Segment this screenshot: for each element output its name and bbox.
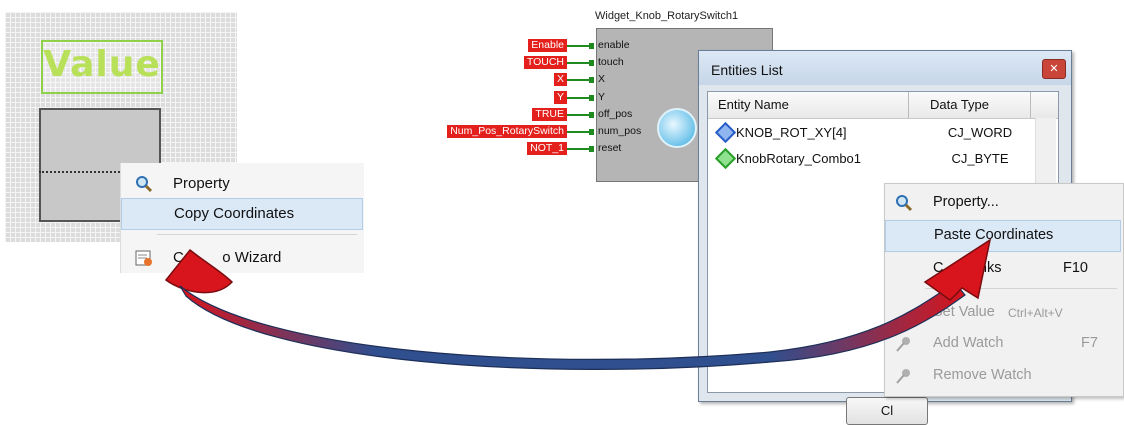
pin-name: reset <box>598 142 622 155</box>
table-row[interactable]: KnobRotary_Combo1 CJ_BYTE <box>708 146 1058 172</box>
pin-name: touch <box>598 56 624 69</box>
menu-separator <box>925 288 1117 289</box>
magnifier-icon <box>895 194 913 212</box>
entity-context-menu: Property... Paste Coordinates C Links F1… <box>884 183 1124 397</box>
pin-icon <box>895 367 913 385</box>
pin-name: num_pos <box>598 125 642 137</box>
value-label-text: Value <box>43 44 161 85</box>
close-icon[interactable]: ✕ <box>1042 59 1066 79</box>
menu-item-add-watch[interactable]: Add Watch F7 <box>885 329 1121 359</box>
menu-item-property[interactable]: Property... <box>885 188 1121 218</box>
menu-item-shortcut: Ctrl+Alt+V <box>1008 306 1063 320</box>
entity-type: CJ_WORD <box>947 125 1013 140</box>
entity-diamond-icon <box>714 121 737 144</box>
pin-connector[interactable] <box>589 146 594 153</box>
entity-diamond-icon <box>714 147 737 170</box>
pin-name: Y <box>598 90 606 103</box>
signal-label[interactable]: Enable <box>528 39 567 52</box>
wire <box>567 79 589 82</box>
menu-item-label: Property... <box>933 194 999 210</box>
menu-item-label-end: o Wizard <box>222 249 282 266</box>
menu-item-check-links[interactable]: C Links F10 <box>885 254 1121 284</box>
menu-item-label-wrapper: Co o Wizard <box>173 249 281 266</box>
signal-label[interactable]: X <box>553 73 567 87</box>
pin-icon <box>895 335 913 353</box>
window-title: Entities List <box>711 62 783 78</box>
wizard-icon <box>135 249 153 267</box>
signal-label[interactable]: TRUE <box>532 107 567 121</box>
menu-item-label: Remove Watch <box>933 367 1032 383</box>
wire <box>567 96 589 99</box>
menu-item-label: Set Value <box>933 304 995 320</box>
pin-connector[interactable] <box>589 60 594 67</box>
menu-item-config-wizard[interactable]: Co o Wizard <box>121 243 364 273</box>
signal-label[interactable]: TOUCH <box>523 56 567 70</box>
canvas-context-menu: Property Copy Coordinates Co o Wizard <box>120 163 364 273</box>
table-row[interactable]: KNOB_ROT_XY[4] CJ_WORD <box>708 120 1058 146</box>
entity-type: CJ_BYTE <box>951 151 1009 166</box>
wire <box>567 113 589 116</box>
pin-connector[interactable] <box>589 94 594 101</box>
wire <box>567 62 589 65</box>
signal-label[interactable]: Y <box>553 90 567 104</box>
table-header: Entity Name Data Type <box>708 92 1058 119</box>
value-label-widget[interactable]: Value <box>41 40 163 94</box>
menu-item-label: Copy Coordinates <box>174 205 295 222</box>
menu-item-label-start: Co <box>173 249 193 266</box>
column-header-data-type[interactable]: Data Type <box>930 97 989 112</box>
widget-block-title: Widget_Knob_RotarySwitch1 <box>595 10 739 22</box>
menu-item-copy-coordinates[interactable]: Copy Coordinates <box>121 198 363 230</box>
menu-item-property[interactable]: Property <box>121 169 364 199</box>
menu-item-label: Property <box>173 175 230 192</box>
menu-item-set-value[interactable]: Set Value Ctrl+Alt+V <box>885 298 1121 328</box>
entity-name: KNOB_ROT_XY[4] <box>736 125 847 140</box>
signal-label[interactable]: NOT_1 <box>527 142 567 156</box>
column-header-entity-name[interactable]: Entity Name <box>718 97 789 112</box>
pin-connector[interactable] <box>589 43 594 49</box>
close-button[interactable]: Cl <box>846 397 928 425</box>
rotary-knob-icon <box>657 108 697 148</box>
pin-name: off_pos <box>598 107 633 120</box>
menu-item-shortcut: F10 <box>1063 260 1088 276</box>
menu-item-paste-coordinates[interactable]: Paste Coordinates <box>885 220 1121 252</box>
wire <box>567 45 589 47</box>
pin-connector[interactable] <box>589 77 594 84</box>
window-titlebar[interactable]: Entities List ✕ <box>699 51 1071 85</box>
menu-item-label: Add Watch <box>933 335 1004 351</box>
column-divider[interactable] <box>1030 92 1031 118</box>
wire <box>567 131 589 133</box>
menu-separator <box>157 234 357 235</box>
column-divider[interactable] <box>908 92 909 118</box>
menu-item-shortcut: F7 <box>1081 335 1098 351</box>
entity-name: KnobRotary_Combo1 <box>736 151 862 166</box>
pin-name: enable <box>598 39 630 51</box>
magnifier-icon <box>135 175 153 193</box>
signal-label[interactable]: Num_Pos_RotarySwitch <box>447 125 567 138</box>
wire <box>567 148 589 151</box>
pin-name: X <box>598 73 606 86</box>
pin-connector[interactable] <box>589 129 594 135</box>
menu-item-label: C Links <box>933 260 1002 276</box>
pin-connector[interactable] <box>589 111 594 118</box>
menu-item-remove-watch[interactable]: Remove Watch <box>885 361 1121 391</box>
menu-item-label: Paste Coordinates <box>934 227 1054 243</box>
